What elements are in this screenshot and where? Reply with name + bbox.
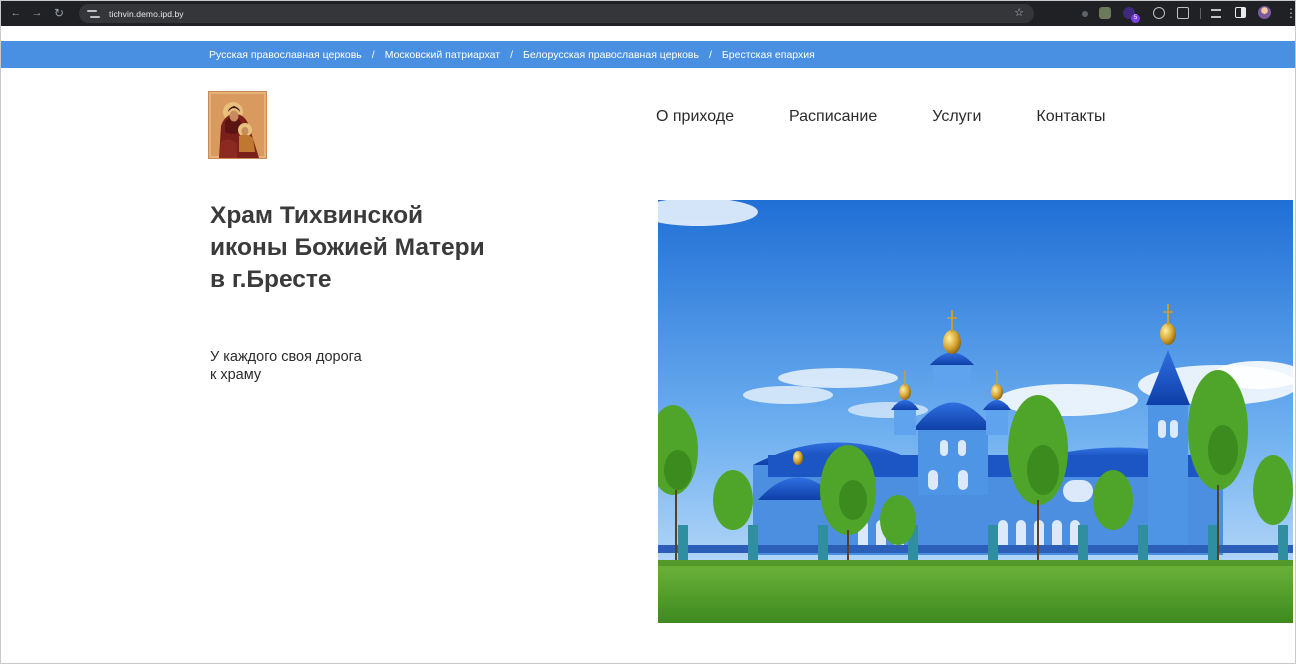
page-title: Храм Тихвинской иконы Божией Матери в г.… <box>210 200 570 296</box>
reading-list-icon[interactable] <box>1211 9 1221 18</box>
side-panel-icon[interactable] <box>1235 7 1246 18</box>
breadcrumb-bar: Русская православная церковь / Московски… <box>1 41 1295 68</box>
page-title-line: в г.Бресте <box>210 266 332 293</box>
address-bar[interactable]: tichvin.demo.ipd.by ☆ <box>79 4 1034 23</box>
page-frame: ← → ↻ tichvin.demo.ipd.by ☆ 5 ⋮ Русская … <box>0 0 1296 664</box>
back-arrow-icon[interactable]: ← <box>8 5 24 21</box>
site-info-icon[interactable] <box>87 8 101 20</box>
breadcrumb-item-church[interactable]: Русская православная церковь <box>209 49 362 61</box>
breadcrumb: Русская православная церковь / Московски… <box>209 41 815 68</box>
breadcrumb-separator: / <box>371 48 375 61</box>
page-subtitle: У каждого своя дорога к храму <box>210 348 510 384</box>
logo-image <box>209 92 266 158</box>
church-photo-image <box>658 200 1293 623</box>
url-text[interactable]: tichvin.demo.ipd.by <box>109 9 184 19</box>
page-title-line: Храм Тихвинской <box>210 202 424 229</box>
nav-item-services[interactable]: Услуги <box>932 108 981 126</box>
page-title-line: иконы Божией Матери <box>210 234 485 261</box>
bookmark-star-icon[interactable]: ☆ <box>1014 6 1024 19</box>
extension-dot-icon[interactable] <box>1082 11 1088 17</box>
nav-item-contacts[interactable]: Контакты <box>1036 108 1105 126</box>
breadcrumb-separator: / <box>510 48 514 61</box>
breadcrumb-item-eparchy[interactable]: Брестская епархия <box>722 49 815 61</box>
extension-badge: 5 <box>1131 14 1140 23</box>
nav-item-schedule[interactable]: Расписание <box>789 108 877 126</box>
extension-news-icon[interactable] <box>1099 7 1111 19</box>
nav-item-about[interactable]: О приходе <box>656 108 734 126</box>
breadcrumb-separator: / <box>708 48 712 61</box>
page-subtitle-line: к храму <box>210 367 262 383</box>
extension-circle-icon[interactable] <box>1153 7 1165 19</box>
extensions-puzzle-icon[interactable] <box>1177 7 1189 19</box>
page-subtitle-line: У каждого своя дорога <box>210 349 362 365</box>
church-photo <box>658 200 1293 623</box>
forward-arrow-icon[interactable]: → <box>29 5 45 21</box>
main-navigation: О приходе Расписание Услуги Контакты <box>656 107 1106 127</box>
breadcrumb-item-belarus-church[interactable]: Белорусская православная церковь <box>523 49 699 61</box>
browser-toolbar: ← → ↻ tichvin.demo.ipd.by ☆ 5 ⋮ <box>1 1 1295 26</box>
toolbar-divider <box>1200 8 1201 19</box>
profile-avatar[interactable] <box>1258 6 1271 19</box>
theotokos-icon-logo[interactable] <box>208 91 267 159</box>
breadcrumb-item-patriarchate[interactable]: Московский патриархат <box>385 49 500 61</box>
browser-menu-icon[interactable]: ⋮ <box>1285 6 1295 20</box>
reload-icon[interactable]: ↻ <box>51 5 67 21</box>
